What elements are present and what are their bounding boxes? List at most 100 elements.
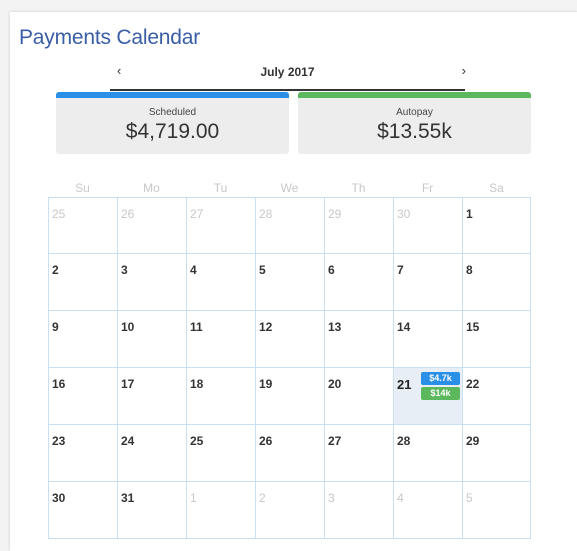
day-cell[interactable]: 30 [393, 197, 462, 254]
day-number: 2 [259, 491, 266, 505]
payments-calendar-panel: Payments Calendar ‹ July 2017 › Schedule… [10, 12, 577, 551]
day-number: 2 [52, 263, 59, 277]
day-cell[interactable]: 28 [393, 425, 462, 482]
scheduled-color-bar [56, 92, 289, 98]
day-cell[interactable]: 24 [117, 425, 186, 482]
day-number: 16 [52, 377, 66, 391]
day-number: 4 [190, 263, 197, 277]
day-number: 12 [259, 320, 273, 334]
day-cell[interactable]: 30 [48, 482, 117, 539]
weekday-label: Th [351, 181, 366, 195]
day-number: 15 [466, 320, 480, 334]
day-cell[interactable]: 27 [324, 425, 393, 482]
day-number: 9 [52, 320, 59, 334]
day-cell[interactable]: 23 [48, 425, 117, 482]
day-number: 26 [121, 207, 135, 221]
calendar-grid: 25 26 27 28 29 30 1 2 3 4 5 6 7 8 9 10 11 12 13 14 15 16 17 18 1… [48, 197, 537, 539]
day-cell[interactable]: 26 [117, 197, 186, 254]
day-number: 24 [121, 434, 135, 448]
month-label: July 2017 [260, 65, 315, 79]
day-number: 30 [397, 207, 411, 221]
day-cell[interactable]: 17 [117, 368, 186, 425]
day-number: 3 [328, 491, 335, 505]
day-cell[interactable]: 8 [462, 254, 531, 311]
day-number: 1 [190, 491, 197, 505]
day-cell[interactable]: 5 [462, 482, 531, 539]
day-cell[interactable]: 31 [117, 482, 186, 539]
autopay-label: Autopay [396, 107, 433, 118]
day-cell[interactable]: 18 [186, 368, 255, 425]
day-cell[interactable]: 3 [324, 482, 393, 539]
day-number: 23 [52, 434, 66, 448]
weekday-label: We [280, 181, 299, 195]
day-number: 4 [397, 491, 404, 505]
day-cell[interactable]: 13 [324, 311, 393, 368]
page-title: Payments Calendar [19, 26, 201, 49]
day-number: 5 [466, 491, 473, 505]
day-cell[interactable]: 12 [255, 311, 324, 368]
day-number: 7 [397, 263, 404, 277]
day-number: 6 [328, 263, 335, 277]
autopay-summary-card: Autopay $13.55k [298, 92, 531, 154]
day-cell[interactable]: 27 [186, 197, 255, 254]
day-cell[interactable]: 25 [186, 425, 255, 482]
weekday-label: Fr [421, 181, 434, 195]
day-cell[interactable]: 20 [324, 368, 393, 425]
day-cell[interactable]: 4 [186, 254, 255, 311]
scheduled-value: $4,719.00 [125, 120, 220, 143]
scheduled-label: Scheduled [148, 107, 197, 118]
day-cell[interactable]: 28 [255, 197, 324, 254]
weekday-label: Mo [143, 181, 160, 195]
day-cell[interactable]: 21 $4.7k $14k [393, 368, 462, 425]
day-cell[interactable]: 19 [255, 368, 324, 425]
day-cell[interactable]: 2 [48, 254, 117, 311]
scheduled-summary-card: Scheduled $4,719.00 [56, 92, 289, 154]
scheduled-payment-badge[interactable]: $4.7k [421, 372, 460, 385]
autopay-payment-badge[interactable]: $14k [421, 387, 460, 400]
day-number: 8 [466, 263, 473, 277]
day-cell[interactable]: 2 [255, 482, 324, 539]
day-number: 28 [397, 434, 411, 448]
day-number: 11 [190, 320, 203, 334]
day-cell[interactable]: 6 [324, 254, 393, 311]
day-number: 29 [466, 434, 480, 448]
day-cell[interactable]: 25 [48, 197, 117, 254]
day-cell[interactable]: 1 [462, 197, 531, 254]
day-number: 21 [397, 377, 412, 392]
day-number: 28 [259, 207, 273, 221]
day-number: 25 [190, 434, 204, 448]
day-number: 20 [328, 377, 342, 391]
weekday-label: Sa [489, 181, 504, 195]
day-number: 31 [121, 491, 135, 505]
day-number: 19 [259, 377, 273, 391]
day-number: 17 [121, 377, 135, 391]
day-cell[interactable]: 29 [462, 425, 531, 482]
day-number: 5 [259, 263, 266, 277]
day-number: 14 [397, 320, 411, 334]
day-cell[interactable]: 10 [117, 311, 186, 368]
day-cell[interactable]: 16 [48, 368, 117, 425]
day-cell[interactable]: 11 [186, 311, 255, 368]
month-navigation: ‹ July 2017 › [110, 53, 466, 91]
day-cell[interactable]: 3 [117, 254, 186, 311]
day-number: 29 [328, 207, 342, 221]
day-cell[interactable]: 7 [393, 254, 462, 311]
day-cell[interactable]: 22 [462, 368, 531, 425]
day-cell[interactable]: 9 [48, 311, 117, 368]
day-number: 3 [121, 263, 128, 277]
weekday-header: Su Mo Tu We Th Fr Sa [48, 181, 537, 197]
day-cell[interactable]: 29 [324, 197, 393, 254]
day-cell[interactable]: 5 [255, 254, 324, 311]
day-number: 18 [190, 377, 204, 391]
autopay-color-bar [298, 92, 531, 98]
day-number: 25 [52, 207, 66, 221]
next-month-icon[interactable]: › [462, 64, 466, 78]
day-number: 27 [190, 207, 204, 221]
day-cell[interactable]: 1 [186, 482, 255, 539]
day-cell[interactable]: 26 [255, 425, 324, 482]
day-cell[interactable]: 4 [393, 482, 462, 539]
day-cell[interactable]: 15 [462, 311, 531, 368]
day-number: 1 [466, 207, 473, 221]
day-cell[interactable]: 14 [393, 311, 462, 368]
day-number: 30 [52, 491, 66, 505]
